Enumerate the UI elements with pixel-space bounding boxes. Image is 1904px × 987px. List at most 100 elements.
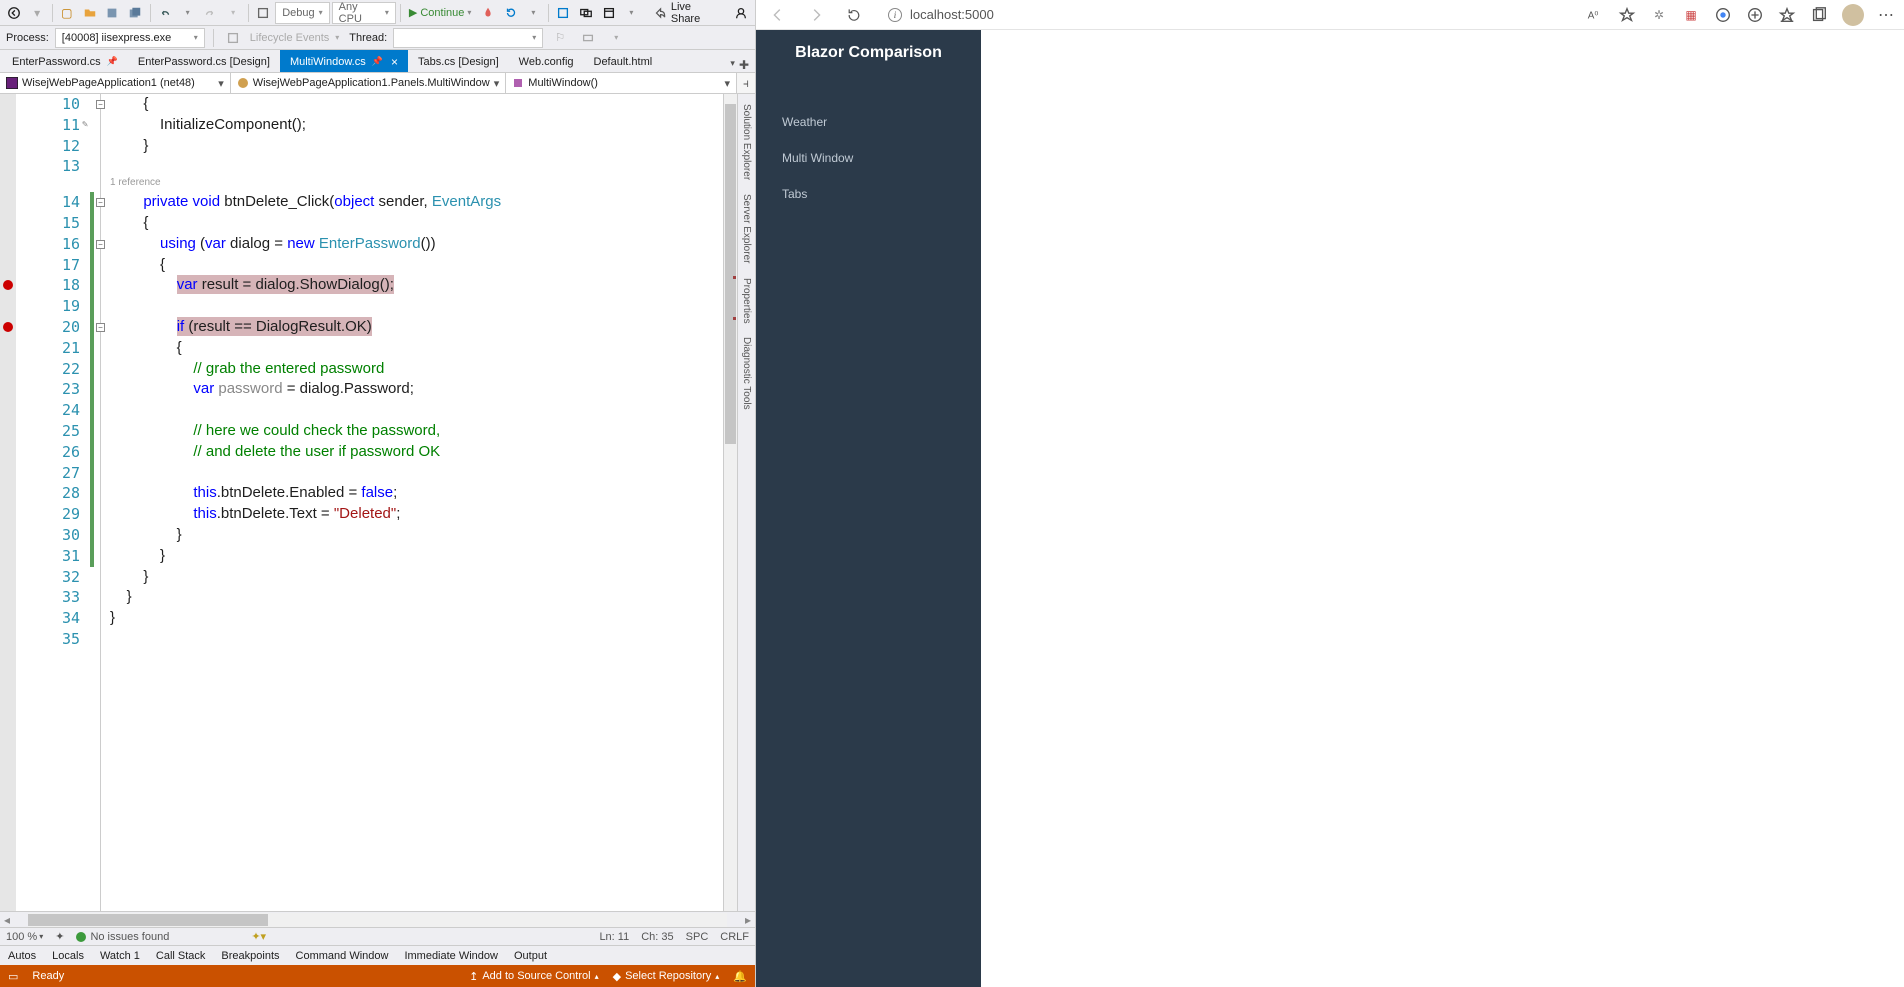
bottom-tab-command-window[interactable]: Command Window (288, 946, 397, 965)
flag-icon[interactable]: ⚐ (549, 27, 571, 49)
code-area[interactable]: { InitializeComponent(); }1 reference pr… (108, 94, 723, 911)
code-line[interactable]: this.btnDelete.Text = "Deleted"; (110, 504, 723, 525)
ext3-icon[interactable] (1714, 6, 1732, 24)
liveshare-button[interactable]: Live Share (646, 1, 729, 25)
code-line[interactable]: // here we could check the password, (110, 421, 723, 442)
hscroll-thumb[interactable] (28, 914, 268, 926)
select-repo-button[interactable]: ◆Select Repository▴ (613, 970, 720, 983)
window-icon[interactable] (598, 2, 619, 24)
pin-icon[interactable]: 📌 (107, 56, 118, 67)
lightbulb-icon[interactable]: ✦▾ (251, 930, 266, 943)
step-icon[interactable] (553, 2, 574, 24)
config-dropdown[interactable]: Debug▾ (275, 2, 329, 24)
breakpoint-icon[interactable] (3, 280, 13, 290)
close-icon[interactable]: × (391, 55, 398, 69)
editor-hscroll[interactable]: ◂ ▸ (0, 911, 755, 927)
profile-avatar[interactable] (1842, 4, 1864, 26)
vs-code-editor[interactable]: 1011121314151617181920212223242526272829… (0, 94, 755, 911)
doc-tab-enterpassword-cs[interactable]: EnterPassword.cs📌 (2, 50, 128, 72)
stackframe-dd[interactable]: ▾ (605, 27, 627, 49)
code-line[interactable] (110, 463, 723, 484)
browser-back-icon[interactable] (764, 1, 792, 29)
undo-dd[interactable]: ▾ (177, 2, 198, 24)
code-line[interactable]: } (110, 567, 723, 588)
tabs-dropdown-icon[interactable]: ▾ (730, 58, 735, 72)
undo-icon[interactable] (154, 2, 175, 24)
code-line[interactable] (110, 629, 723, 650)
feedback-icon[interactable] (730, 2, 751, 24)
split-icon[interactable]: ⫞ (737, 73, 755, 93)
restart-dd[interactable]: ▾ (523, 2, 544, 24)
doc-tab-tabs-cs-design-[interactable]: Tabs.cs [Design] (408, 50, 509, 72)
bottom-tab-output[interactable]: Output (506, 946, 555, 965)
nav-fwd-icon[interactable]: ▾ (27, 2, 48, 24)
code-line[interactable] (110, 296, 723, 317)
code-line[interactable] (110, 156, 723, 177)
continue-button[interactable]: ▶Continue▾ (405, 6, 476, 19)
doc-tab-multiwindow-cs[interactable]: MultiWindow.cs📌× (280, 50, 408, 72)
code-line[interactable]: var result = dialog.ShowDialog(); (110, 275, 723, 296)
code-line[interactable]: } (110, 525, 723, 546)
code-line[interactable]: { (110, 94, 723, 115)
code-line[interactable]: } (110, 608, 723, 629)
doc-tab-default-html[interactable]: Default.html (584, 50, 663, 72)
nav-project-dropdown[interactable]: WisejWebPageApplication1 (net48) ▾ (0, 73, 231, 93)
fold-gutter[interactable]: − − − − (94, 94, 108, 911)
read-aloud-icon[interactable]: A⁰ (1586, 6, 1604, 24)
tool-tab-diagnostic-tools[interactable]: Diagnostic Tools (739, 331, 754, 416)
hscroll-right-icon[interactable]: ▸ (741, 913, 755, 927)
favorite-icon[interactable] (1618, 6, 1636, 24)
fold-toggle-icon[interactable]: − (96, 323, 105, 332)
site-info-icon[interactable]: i (888, 8, 902, 22)
code-line[interactable]: } (110, 136, 723, 157)
fold-toggle-icon[interactable]: − (96, 240, 105, 249)
bottom-tab-autos[interactable]: Autos (0, 946, 44, 965)
code-line[interactable]: // grab the entered password (110, 359, 723, 380)
line-ending[interactable]: CRLF (720, 931, 749, 943)
fold-toggle-icon[interactable]: − (96, 100, 105, 109)
editor-vertical-scrollbar[interactable] (723, 94, 737, 911)
fold-toggle-icon[interactable]: − (96, 198, 105, 207)
code-line[interactable]: this.btnDelete.Enabled = false; (110, 483, 723, 504)
new-item-icon[interactable]: ▢ (56, 2, 77, 24)
code-line[interactable]: using (var dialog = new EnterPassword()) (110, 234, 723, 255)
breakpoint-icon[interactable] (3, 322, 13, 332)
vscroll-thumb[interactable] (725, 104, 736, 444)
process-dropdown[interactable]: [40008] iisexpress.exe▾ (55, 28, 205, 48)
code-line[interactable]: var password = dialog.Password; (110, 379, 723, 400)
nav-member-dropdown[interactable]: MultiWindow() ▾ (506, 73, 737, 93)
hscroll-left-icon[interactable]: ◂ (0, 913, 14, 927)
pin-icon[interactable]: 📌 (372, 56, 383, 67)
platform-dropdown[interactable]: Any CPU▾ (332, 2, 396, 24)
tabs-add-icon[interactable]: ✚ (739, 58, 749, 72)
doc-tab-enterpassword-cs-design-[interactable]: EnterPassword.cs [Design] (128, 50, 280, 72)
stackframe-icon[interactable] (577, 27, 599, 49)
code-line[interactable]: private void btnDelete_Click(object send… (110, 192, 723, 213)
code-line[interactable]: } (110, 587, 723, 608)
code-line[interactable]: { (110, 338, 723, 359)
sidebar-item-tabs[interactable]: Tabs (756, 176, 981, 212)
nav-back-icon[interactable] (4, 2, 25, 24)
tool-tab-solution-explorer[interactable]: Solution Explorer (739, 98, 754, 186)
indent-mode[interactable]: SPC (686, 931, 709, 943)
extensions-icon[interactable] (1746, 6, 1764, 24)
hscroll-track[interactable] (28, 913, 727, 927)
open-icon[interactable] (79, 2, 100, 24)
browser-address-bar[interactable]: i localhost:5000 (878, 2, 1178, 28)
solution-cfg-icon[interactable] (252, 2, 273, 24)
health-icon[interactable]: ✦ (55, 930, 64, 943)
tool-tab-server-explorer[interactable]: Server Explorer (739, 188, 754, 269)
tool-tab-properties[interactable]: Properties (739, 272, 754, 330)
window-dd[interactable]: ▾ (621, 2, 642, 24)
bottom-tab-immediate-window[interactable]: Immediate Window (396, 946, 506, 965)
notifications-icon[interactable]: 🔔 (733, 970, 747, 983)
code-line[interactable]: } (110, 546, 723, 567)
browser-forward-icon[interactable] (802, 1, 830, 29)
zoom-dropdown[interactable]: 100 %▾ (6, 931, 43, 943)
thread-dropdown[interactable]: ▾ (393, 28, 543, 48)
code-line[interactable]: { (110, 213, 723, 234)
code-line[interactable] (110, 400, 723, 421)
hot-reload-icon[interactable] (477, 2, 498, 24)
favorites-bar-icon[interactable] (1778, 6, 1796, 24)
breakpoint-gutter[interactable] (0, 94, 16, 911)
